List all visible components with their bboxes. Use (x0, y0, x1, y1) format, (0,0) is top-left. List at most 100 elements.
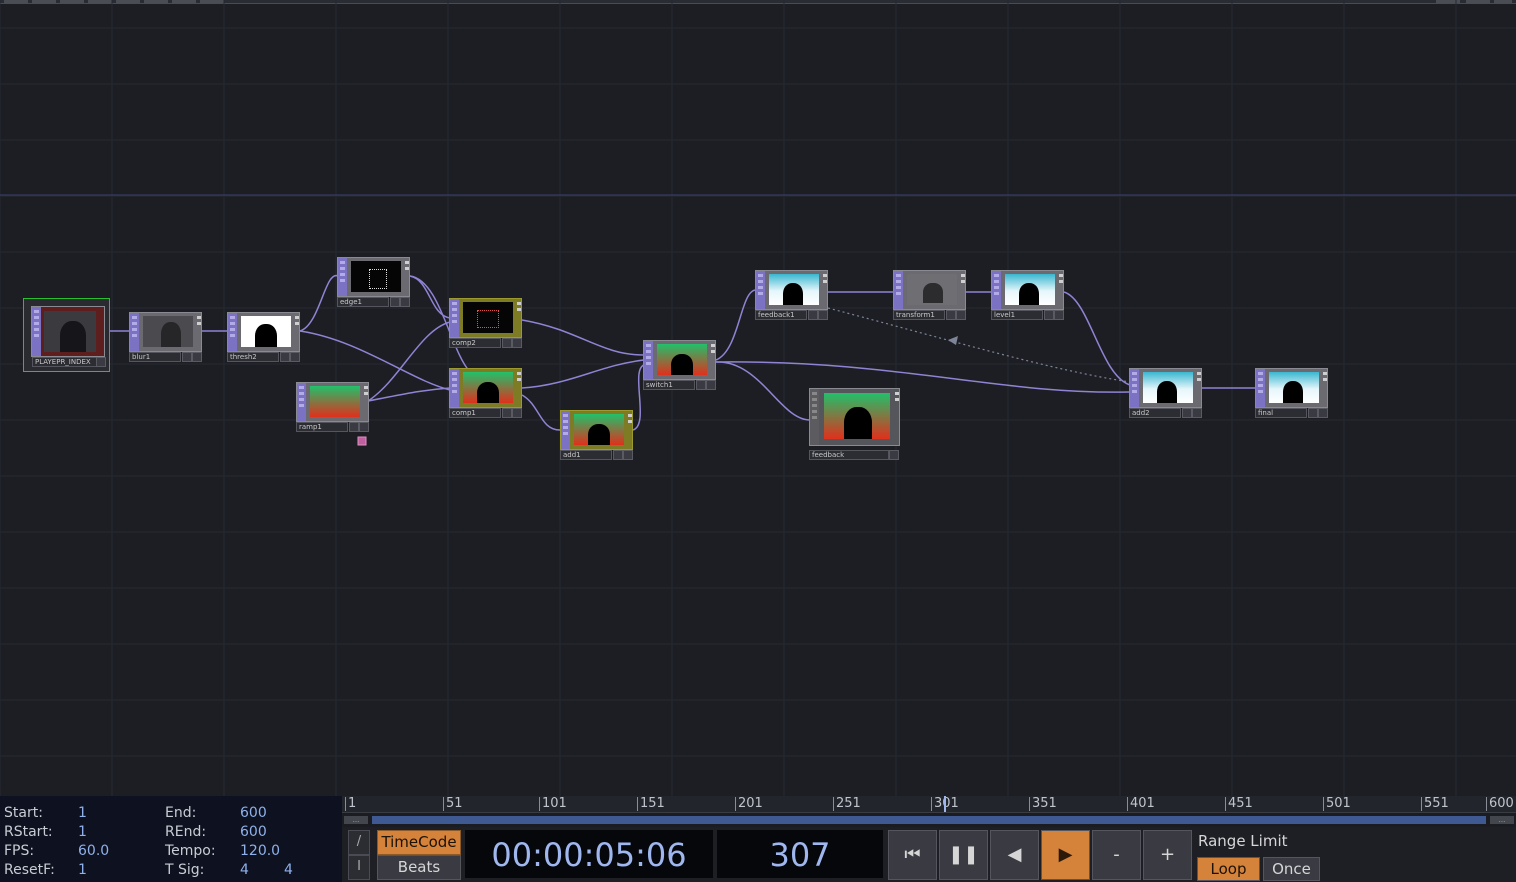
output-connectors[interactable] (364, 383, 368, 398)
node-viewer-toggle[interactable] (956, 310, 966, 320)
node-bypass-toggle[interactable] (1308, 408, 1318, 418)
input-connectors[interactable] (450, 369, 459, 407)
flag-icon[interactable] (357, 436, 367, 446)
step-forward-button[interactable]: + (1143, 830, 1192, 880)
resetf-value[interactable]: 1 (78, 862, 87, 878)
node-label[interactable]: transform1 (893, 310, 945, 320)
node-bypass-toggle[interactable] (613, 450, 623, 460)
play-reverse-button[interactable]: ◀ (990, 830, 1039, 880)
node-label[interactable]: thresh2 (227, 352, 279, 362)
output-connectors[interactable] (1323, 369, 1327, 384)
input-connectors[interactable] (756, 271, 765, 309)
node-viewer-toggle[interactable] (290, 352, 300, 362)
node-label[interactable]: level1 (991, 310, 1043, 320)
timeline-scrollbar[interactable]: ... ... (342, 813, 1516, 827)
input-connectors[interactable] (894, 271, 903, 309)
output-connectors[interactable] (823, 271, 827, 286)
node-label[interactable]: edge1 (337, 297, 389, 307)
node-label[interactable]: PLAYEPR_INDEX (32, 357, 98, 367)
node-ramp1[interactable]: ramp1 (296, 382, 370, 434)
node-edge1[interactable]: edge1 (337, 257, 411, 309)
playhead[interactable] (944, 796, 946, 812)
scroll-track[interactable] (372, 816, 1486, 824)
node-label[interactable]: feedback (809, 450, 889, 460)
fps-value[interactable]: 60.0 (78, 843, 109, 859)
output-connectors[interactable] (1197, 369, 1201, 384)
input-connectors[interactable] (644, 341, 653, 379)
input-connectors[interactable] (228, 313, 237, 351)
node-label[interactable]: comp1 (449, 408, 501, 418)
node-viewer-toggle[interactable] (1318, 408, 1328, 418)
node-add2[interactable]: add2 (1129, 368, 1203, 420)
output-connectors[interactable] (711, 341, 715, 356)
node-viewer-toggle[interactable] (1054, 310, 1064, 320)
input-connectors[interactable] (297, 383, 306, 421)
node-label[interactable]: ramp1 (296, 422, 348, 432)
timecode-display[interactable]: 00:00:05:06 (465, 830, 713, 878)
node-label[interactable]: comp2 (449, 338, 501, 348)
tsig-denominator[interactable]: 4 (284, 862, 293, 878)
node-bypass-toggle[interactable] (502, 338, 512, 348)
node-bypass-toggle[interactable] (808, 310, 818, 320)
node-final[interactable]: final (1255, 368, 1329, 420)
input-connectors[interactable] (32, 307, 41, 356)
node-bypass-toggle[interactable] (280, 352, 290, 362)
input-connectors[interactable] (450, 299, 459, 337)
timecode-toggle[interactable]: TimeCode (377, 830, 461, 855)
node-switch1[interactable]: switch1 (643, 340, 717, 392)
end-value[interactable]: 600 (240, 805, 267, 821)
node-label[interactable]: switch1 (643, 380, 695, 390)
slash-button[interactable]: / (348, 830, 370, 855)
tempo-value[interactable]: 120.0 (240, 843, 280, 859)
output-connectors[interactable] (517, 299, 521, 314)
node-label[interactable]: add1 (560, 450, 612, 460)
play-forward-button[interactable]: ▶ (1041, 830, 1090, 880)
output-connectors[interactable] (405, 258, 409, 273)
node-bypass-toggle[interactable] (696, 380, 706, 390)
node-add1[interactable]: add1 (560, 410, 634, 462)
output-connectors[interactable] (1059, 271, 1063, 286)
node-viewer-toggle[interactable] (359, 422, 369, 432)
output-connectors[interactable] (197, 313, 201, 328)
node-viewer-toggle[interactable] (623, 450, 633, 460)
rewind-button[interactable]: ⏮ (888, 830, 937, 880)
timeline-ruler[interactable]: 1 51 101 151 201 251 301 351 401 451 501… (342, 796, 1516, 813)
node-transform1[interactable]: transform1 (893, 270, 967, 322)
bar-button[interactable]: I (348, 855, 370, 880)
rstart-value[interactable]: 1 (78, 824, 87, 840)
node-feedback1[interactable]: feedback1 (755, 270, 829, 322)
node-viewer-toggle[interactable] (706, 380, 716, 390)
node-viewer-toggle[interactable] (192, 352, 202, 362)
node-label[interactable]: feedback1 (755, 310, 807, 320)
step-back-button[interactable]: - (1092, 830, 1141, 880)
node-bypass-toggle[interactable] (946, 310, 956, 320)
node-bypass-toggle[interactable] (1182, 408, 1192, 418)
input-connectors[interactable] (338, 258, 347, 296)
timeline-settings[interactable]: Start: 1 End: 600 RStart: 1 REnd: 600 FP… (0, 796, 342, 882)
input-connectors[interactable] (1256, 369, 1265, 407)
node-viewer-toggle[interactable] (1192, 408, 1202, 418)
node-viewer-toggle[interactable] (818, 310, 828, 320)
node-blur1[interactable]: blur1 (129, 312, 203, 364)
node-label[interactable]: blur1 (129, 352, 181, 362)
output-connectors[interactable] (628, 411, 632, 426)
loop-toggle[interactable]: Loop (1197, 857, 1260, 881)
node-viewer-toggle[interactable] (889, 450, 899, 460)
node-level1[interactable]: level1 (991, 270, 1065, 322)
network-editor[interactable]: PLAYEPR_INDEX blur1 thresh2 edge1 ramp1 … (0, 0, 1516, 796)
scroll-left-handle[interactable]: ... (344, 816, 368, 824)
node-bypass-toggle[interactable] (349, 422, 359, 432)
pause-button[interactable]: ❚❚ (939, 830, 988, 880)
node-comp1[interactable]: comp1 (449, 368, 523, 420)
node-viewer-toggle[interactable] (512, 408, 522, 418)
node-feedback[interactable]: feedback (809, 388, 901, 462)
node-bypass-toggle[interactable] (502, 408, 512, 418)
output-connectors[interactable] (895, 389, 899, 404)
beats-toggle[interactable]: Beats (377, 855, 461, 880)
node-label[interactable]: add2 (1129, 408, 1181, 418)
node-viewer-toggle[interactable] (96, 357, 106, 367)
output-connectors[interactable] (961, 271, 965, 286)
node-bypass-toggle[interactable] (390, 297, 400, 307)
node-comp2[interactable]: comp2 (449, 298, 523, 350)
input-connectors[interactable] (1130, 369, 1139, 407)
